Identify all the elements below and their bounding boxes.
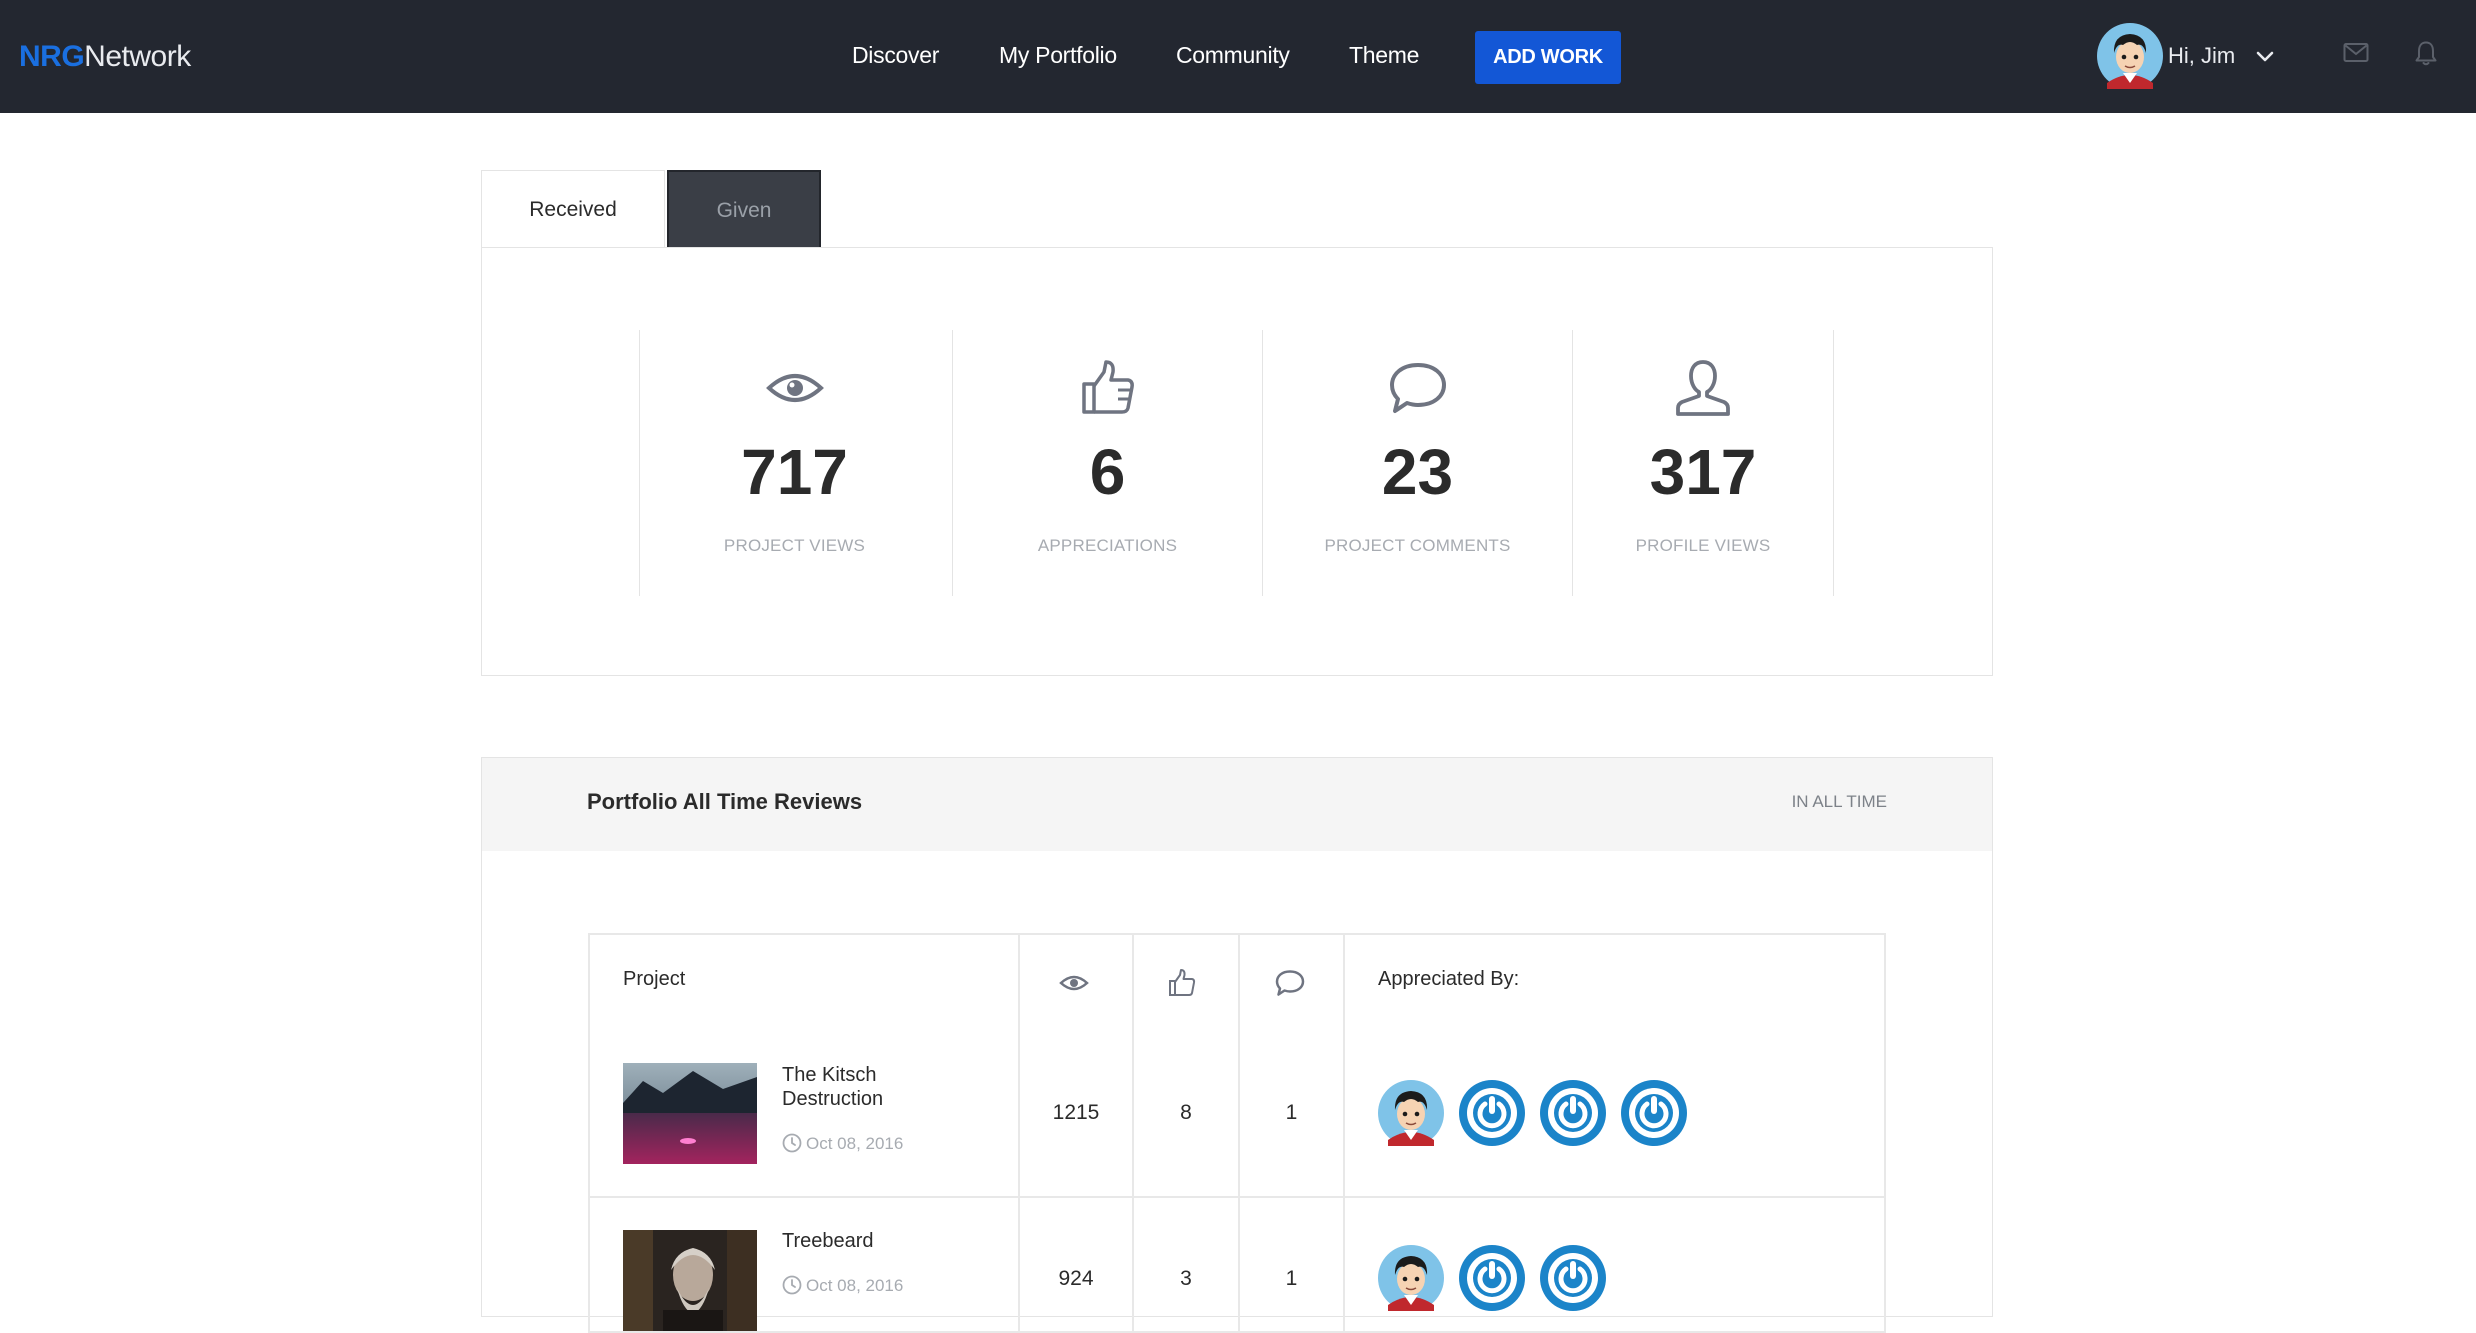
power-icon[interactable] [1459, 1245, 1525, 1311]
chevron-down-icon [2256, 51, 2274, 62]
appreciators-list [1378, 1245, 1606, 1311]
time-filter[interactable]: IN ALL TIME [1792, 792, 1887, 812]
eye-icon [1059, 975, 1089, 991]
avatar[interactable] [1378, 1080, 1444, 1146]
comment-icon [1389, 363, 1446, 413]
project-thumbnail[interactable] [623, 1230, 757, 1331]
stat-label: APPRECIATIONS [1037, 536, 1178, 555]
column-header-project: Project [623, 968, 686, 990]
comments-count: 1 [1285, 1267, 1298, 1290]
stat-label: PROJECT COMMENTS [1324, 536, 1511, 555]
stat-value: 23 [1381, 436, 1454, 508]
stat-value: 717 [741, 436, 848, 508]
project-date: Oct 08, 2016 [782, 1133, 903, 1155]
mail-icon[interactable] [2343, 42, 2369, 64]
appreciators-list [1378, 1080, 1687, 1146]
stat-value: 317 [1649, 436, 1757, 508]
power-icon[interactable] [1459, 1080, 1525, 1146]
thumbs-up-icon [1169, 969, 1196, 996]
clock-icon [782, 1275, 802, 1295]
tab-received[interactable]: Received [481, 170, 665, 247]
reviews-header: Portfolio All Time Reviews IN ALL TIME [482, 758, 1992, 851]
nav-discover[interactable]: Discover [852, 38, 939, 72]
nav-community[interactable]: Community [1176, 38, 1290, 72]
stat-label: PROJECT VIEWS [723, 536, 866, 555]
row-divider [590, 1196, 1884, 1198]
power-icon[interactable] [1540, 1080, 1606, 1146]
brand-logo[interactable]: NRGNetwork [19, 38, 191, 76]
views-count: 1215 [1052, 1101, 1100, 1124]
reviews-table: Project Appreciated By: The Kitsch Destr… [588, 933, 1886, 1333]
clock-icon [782, 1133, 802, 1153]
project-thumbnail[interactable] [623, 1063, 757, 1164]
appreciations-count: 8 [1180, 1101, 1192, 1124]
power-icon[interactable] [1621, 1080, 1687, 1146]
nav-my-portfolio[interactable]: My Portfolio [999, 38, 1117, 72]
user-greeting: Hi, Jim [2168, 43, 2236, 68]
top-navbar: NRGNetwork Discover My Portfolio Communi… [0, 0, 2476, 113]
project-date-text: Oct 08, 2016 [806, 1276, 904, 1295]
user-icon [1676, 360, 1730, 416]
stat-profile-views: 317 PROFILE VIEWS [1572, 330, 1834, 596]
nav-theme[interactable]: Theme [1349, 38, 1419, 72]
stat-value: 6 [1089, 436, 1126, 508]
stat-appreciations: 6 APPRECIATIONS [952, 330, 1262, 596]
column-header-appreciated-by: Appreciated By: [1378, 968, 1520, 990]
project-date-text: Oct 08, 2016 [806, 1134, 904, 1153]
views-count: 924 [1058, 1267, 1094, 1290]
comment-icon [1275, 970, 1305, 996]
avatar[interactable] [1378, 1245, 1444, 1311]
column-divider [1343, 935, 1345, 1331]
brand-logo-suffix: Network [84, 40, 191, 73]
thumbs-up-icon [1081, 360, 1134, 414]
stat-project-views: 717 PROJECT VIEWS [639, 330, 949, 596]
bell-icon[interactable] [2414, 40, 2438, 67]
user-avatar [2097, 23, 2163, 89]
stats-card: 717 PROJECT VIEWS 6 APPRECIATIONS 23 PRO… [481, 247, 1993, 676]
eye-icon [765, 374, 824, 402]
appreciations-count: 3 [1180, 1267, 1192, 1290]
brand-logo-prefix: NRG [19, 40, 85, 73]
tab-given[interactable]: Given [667, 170, 821, 247]
stat-project-comments: 23 PROJECT COMMENTS [1262, 330, 1572, 596]
reviews-title: Portfolio All Time Reviews [587, 789, 863, 814]
add-work-button[interactable]: ADD WORK [1475, 31, 1621, 84]
project-title[interactable]: Treebeard [782, 1229, 942, 1253]
project-date: Oct 08, 2016 [782, 1275, 903, 1297]
comments-count: 1 [1285, 1101, 1298, 1124]
stat-label: PROFILE VIEWS [1635, 536, 1771, 555]
project-title[interactable]: The Kitsch Destruction [782, 1063, 942, 1111]
reviews-panel: Portfolio All Time Reviews IN ALL TIME P… [481, 757, 1993, 1333]
power-icon[interactable] [1540, 1245, 1606, 1311]
